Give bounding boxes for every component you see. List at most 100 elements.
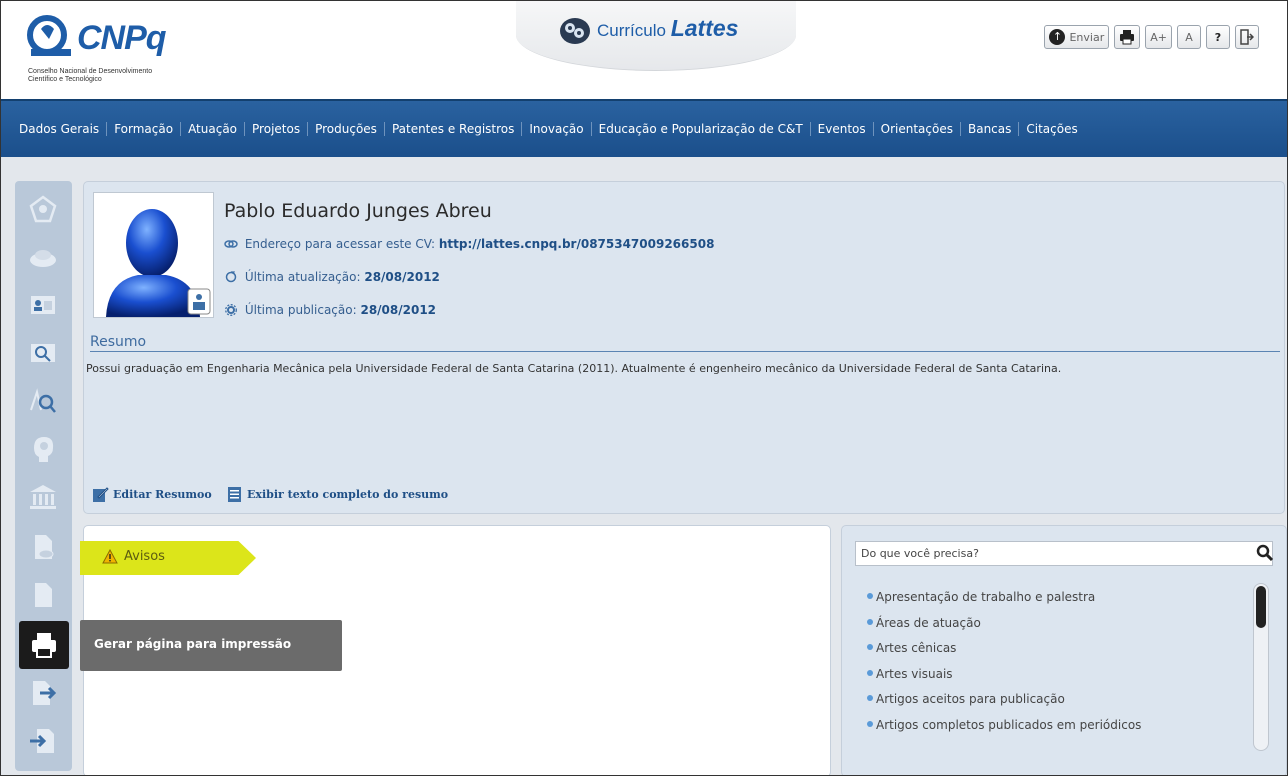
profile-photo <box>93 192 214 318</box>
nav-item[interactable]: Produções <box>308 122 385 136</box>
help-topic-item[interactable]: Artigos aceitos para publicação <box>867 692 1141 718</box>
sidebar-head-brain[interactable] <box>25 431 61 467</box>
help-list-scrollbar[interactable] <box>1253 583 1269 751</box>
help-topic-item[interactable]: Artigos completos publicados em periódic… <box>867 718 1141 744</box>
cv-address-link[interactable]: http://lattes.cnpq.br/0875347009266508 <box>439 237 715 251</box>
help-topic-label: Artes cênicas <box>876 641 957 655</box>
help-topic-label: Artigos aceitos para publicação <box>876 692 1065 706</box>
cv-address-label: Endereço para acessar este CV: <box>244 237 436 251</box>
help-topic-item[interactable]: Áreas de atuação <box>867 616 1141 642</box>
nav-item[interactable]: Educação e Popularização de C&T <box>592 122 811 136</box>
sidebar <box>15 181 72 771</box>
last-update-value: 28/08/2012 <box>364 270 440 284</box>
help-topic-label: Artes visuais <box>876 666 953 681</box>
id-card-icon <box>31 296 55 314</box>
nav-item[interactable]: Formação <box>107 122 182 136</box>
head-brain-icon <box>34 437 54 462</box>
sidebar-import[interactable] <box>25 723 61 759</box>
printer-icon <box>1120 30 1135 45</box>
cloud-dish-icon <box>30 250 56 267</box>
bullet-icon <box>867 618 873 625</box>
app-title-main: Lattes <box>670 15 739 41</box>
bullet-icon <box>867 669 873 676</box>
font-increase-button[interactable]: A+ <box>1145 25 1172 49</box>
help-button[interactable]: ? <box>1206 25 1230 49</box>
nav-list: Dados Gerais Formação Atuação Projetos Produ… <box>19 122 1085 136</box>
exit-icon <box>1240 29 1254 45</box>
sidebar-id-card[interactable] <box>25 287 61 323</box>
font-normal-button[interactable]: A <box>1177 25 1201 49</box>
print-button[interactable] <box>1114 25 1141 49</box>
bullet-icon <box>867 644 873 650</box>
logo-subtitle-line2: Científico e Tecnológico <box>28 76 102 83</box>
sidebar-institution[interactable] <box>25 479 61 515</box>
help-topic-label: Apresentação de trabalho e palestra <box>876 590 1096 604</box>
help-topic-item[interactable]: Artes cênicas <box>867 641 1141 667</box>
help-topic-item[interactable]: Artes visuais <box>867 667 1141 693</box>
printer-icon <box>32 633 56 658</box>
sidebar-document-link[interactable] <box>25 529 61 565</box>
link-icon <box>224 240 238 248</box>
document-icon <box>35 583 52 607</box>
logo-subtitle: Conselho Nacional de Desenvolvimento Cie… <box>28 68 198 84</box>
help-search-input[interactable]: Do que você precisa? <box>855 541 1273 566</box>
help-topic-label: Áreas de atuação <box>876 615 981 630</box>
last-update-label: Última atualização: <box>244 270 361 284</box>
bullet-icon <box>867 695 873 701</box>
send-label: Enviar <box>1069 30 1105 44</box>
sidebar-export[interactable] <box>25 675 61 711</box>
import-icon <box>30 729 54 753</box>
last-publication-label: Última publicação: <box>244 303 357 317</box>
cnpq-logo-mark-icon <box>27 15 71 56</box>
sidebar-network[interactable] <box>25 191 61 227</box>
institution-icon <box>30 485 56 509</box>
resumo-text: Possui graduação em Engenharia Mecânica … <box>86 362 1062 375</box>
network-icon <box>29 195 57 223</box>
resumo-heading: Resumo <box>90 334 1280 352</box>
sidebar-search-card[interactable] <box>25 335 61 371</box>
nav-item[interactable]: Orientações <box>874 122 961 136</box>
edit-resumo-label: Editar Resumoo <box>113 488 212 501</box>
cv-address: Endereço para acessar este CV: http://la… <box>224 237 714 251</box>
help-search-panel: Do que você precisa? Apresentação de tra… <box>841 525 1287 775</box>
send-button[interactable]: ↑ Enviar <box>1044 25 1110 49</box>
search-icon[interactable] <box>1256 544 1274 562</box>
search-card-icon <box>31 344 55 362</box>
sidebar-cloud-dish[interactable] <box>25 239 61 275</box>
sidebar-document[interactable] <box>25 577 61 613</box>
show-full-resumo-link[interactable]: Exibir texto completo do resumo <box>226 486 448 503</box>
researcher-name: Pablo Eduardo Junges Abreu <box>224 200 492 222</box>
exit-button[interactable] <box>1235 25 1259 49</box>
document-link-icon <box>35 535 54 559</box>
edit-resumo-link[interactable]: Editar Resumoo <box>92 486 212 503</box>
nav-item[interactable]: Eventos <box>811 122 874 136</box>
toolbar: ↑ Enviar A+ A ? <box>1044 25 1259 49</box>
sidebar-zoom[interactable] <box>25 383 61 419</box>
app-frame: CNPq Conselho Nacional de Desenvolviment… <box>0 0 1288 776</box>
last-update: Última atualização: 28/08/2012 <box>224 270 440 284</box>
help-topic-list: Apresentação de trabalho e palestra Áreas… <box>867 590 1141 743</box>
nav-item[interactable]: Bancas <box>961 122 1020 136</box>
nav-item[interactable]: Projetos <box>245 122 309 136</box>
warning-icon <box>102 549 118 564</box>
edit-icon <box>93 487 109 502</box>
help-topic-item[interactable]: Apresentação de trabalho e palestra <box>867 590 1141 616</box>
nav-item[interactable]: Dados Gerais <box>19 122 108 136</box>
cnpq-logo[interactable]: CNPq Conselho Nacional de Desenvolviment… <box>23 15 193 93</box>
bullet-icon <box>867 720 873 727</box>
nav-item[interactable]: Inovação <box>522 122 592 136</box>
print-tooltip: Gerar página para impressão <box>80 620 342 671</box>
upload-icon: ↑ <box>1049 29 1066 45</box>
last-publication: Última publicação: 28/08/2012 <box>224 303 436 317</box>
nav-item[interactable]: Atuação <box>181 122 246 136</box>
app-title: Currículo Lattes <box>571 15 738 42</box>
scrollbar-thumb[interactable] <box>1256 586 1266 628</box>
nav-item[interactable]: Patentes e Registros <box>385 122 523 136</box>
refresh-icon <box>225 271 237 283</box>
sidebar-print[interactable] <box>19 621 69 669</box>
zoom-icon <box>30 388 56 413</box>
document-lines-icon <box>228 487 241 502</box>
nav-item[interactable]: Citações <box>1019 122 1084 136</box>
avisos-title: Avisos <box>124 549 165 564</box>
main-nav: Dados Gerais Formação Atuação Projetos Produ… <box>1 99 1287 157</box>
